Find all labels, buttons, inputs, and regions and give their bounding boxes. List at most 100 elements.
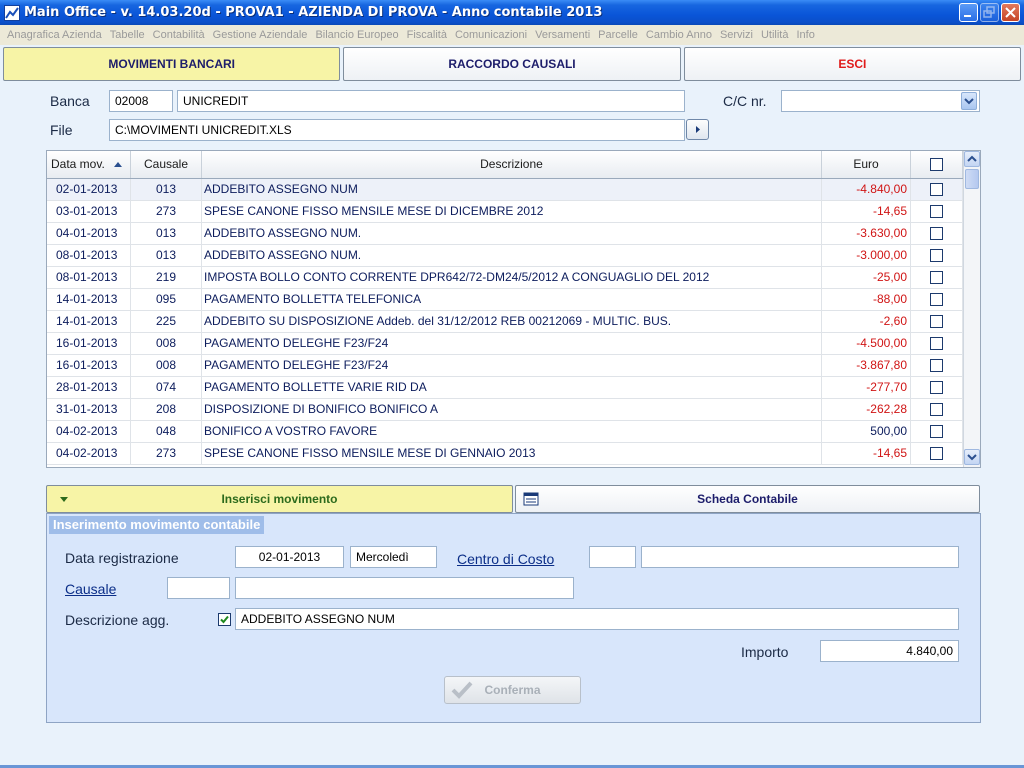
menu-item[interactable]: Cambio Anno bbox=[643, 29, 717, 41]
row-checkbox[interactable] bbox=[930, 447, 943, 460]
cell-descrizione: PAGAMENTO BOLLETTE VARIE RID DA bbox=[202, 377, 822, 398]
menu-item[interactable]: Parcelle bbox=[595, 29, 643, 41]
chevron-down-icon[interactable] bbox=[961, 92, 977, 110]
scroll-down-button[interactable] bbox=[964, 449, 980, 465]
banca-name-field[interactable]: UNICREDIT bbox=[177, 90, 685, 112]
centro-costo-code-field[interactable] bbox=[589, 546, 636, 568]
confirm-button[interactable]: Conferma bbox=[444, 676, 581, 704]
tab-scheda-label: Scheda Contabile bbox=[697, 492, 798, 506]
menu-item[interactable]: Versamenti bbox=[532, 29, 595, 41]
ledger-icon bbox=[523, 492, 539, 506]
table-row[interactable]: 31-01-2013 208 DISPOSIZIONE DI BONIFICO BO… bbox=[47, 399, 963, 421]
header-descrizione[interactable]: Descrizione bbox=[202, 151, 822, 178]
cell-euro: -3.867,80 bbox=[822, 355, 911, 376]
confirm-label: Conferma bbox=[484, 683, 541, 697]
causale-code-field[interactable] bbox=[167, 577, 230, 599]
table-row[interactable]: 04-02-2013 273 SPESE CANONE FISSO MENSILE … bbox=[47, 443, 963, 465]
table-row[interactable]: 16-01-2013 008 PAGAMENTO DELEGHE F23/F24 -4… bbox=[47, 333, 963, 355]
menu-item[interactable]: Contabilità bbox=[150, 29, 210, 41]
table-row[interactable]: 16-01-2013 008 PAGAMENTO DELEGHE F23/F24 -3… bbox=[47, 355, 963, 377]
cell-data: 16-01-2013 bbox=[47, 355, 131, 376]
table-row[interactable]: 03-01-2013 273 SPESE CANONE FISSO MENSILE … bbox=[47, 201, 963, 223]
causale-link[interactable]: Causale bbox=[65, 581, 116, 597]
menu-item[interactable]: Bilancio Europeo bbox=[312, 29, 403, 41]
cell-data: 16-01-2013 bbox=[47, 333, 131, 354]
play-arrow-icon bbox=[696, 126, 700, 133]
row-checkbox[interactable] bbox=[930, 249, 943, 262]
table-row[interactable]: 04-02-2013 048 BONIFICO A VOSTRO FAVORE 500… bbox=[47, 421, 963, 443]
centro-costo-link[interactable]: Centro di Costo bbox=[457, 551, 554, 567]
cc-select[interactable] bbox=[781, 90, 980, 112]
menu-item[interactable]: Gestione Aziendale bbox=[210, 29, 313, 41]
cell-data: 31-01-2013 bbox=[47, 399, 131, 420]
causale-desc-field bbox=[235, 577, 574, 599]
menu-item[interactable]: Fiscalità bbox=[404, 29, 452, 41]
table-row[interactable]: 14-01-2013 095 PAGAMENTO BOLLETTA TELEFONI… bbox=[47, 289, 963, 311]
banca-code-field[interactable]: 02008 bbox=[109, 90, 173, 112]
table-row[interactable]: 04-01-2013 013 ADDEBITO ASSEGNO NUM. -3.630… bbox=[47, 223, 963, 245]
cell-euro: -277,70 bbox=[822, 377, 911, 398]
restore-button[interactable] bbox=[980, 3, 999, 22]
minimize-button[interactable] bbox=[959, 3, 978, 22]
header-causale[interactable]: Causale bbox=[131, 151, 202, 178]
cell-causale: 273 bbox=[131, 443, 202, 464]
scroll-thumb[interactable] bbox=[965, 169, 979, 189]
table-row[interactable]: 02-01-2013 013 ADDEBITO ASSEGNO NUM -4.840,… bbox=[47, 179, 963, 201]
table-row[interactable]: 14-01-2013 225 ADDEBITO SU DISPOSIZIONE Ad… bbox=[47, 311, 963, 333]
cell-data: 14-01-2013 bbox=[47, 289, 131, 310]
cell-select bbox=[911, 223, 963, 244]
menu-item[interactable]: Comunicazioni bbox=[452, 29, 532, 41]
data-registrazione-field[interactable]: 02-01-2013 bbox=[235, 546, 344, 568]
header-data-mov[interactable]: Data mov. bbox=[47, 151, 131, 178]
file-browse-button[interactable] bbox=[686, 119, 709, 140]
cell-causale: 008 bbox=[131, 333, 202, 354]
table-row[interactable]: 08-01-2013 219 IMPOSTA BOLLO CONTO CORRENT… bbox=[47, 267, 963, 289]
cell-causale: 208 bbox=[131, 399, 202, 420]
cell-euro: -14,65 bbox=[822, 201, 911, 222]
cell-descrizione: ADDEBITO ASSEGNO NUM. bbox=[202, 245, 822, 266]
cell-causale: 013 bbox=[131, 223, 202, 244]
row-checkbox[interactable] bbox=[930, 315, 943, 328]
tab-movimenti-bancari[interactable]: MOVIMENTI BANCARI bbox=[3, 47, 341, 81]
row-checkbox[interactable] bbox=[930, 271, 943, 284]
exit-button[interactable]: ESCI bbox=[683, 47, 1021, 81]
file-path-field[interactable]: C:\MOVIMENTI UNICREDIT.XLS bbox=[109, 119, 685, 141]
table-row[interactable]: 08-01-2013 013 ADDEBITO ASSEGNO NUM. -3.000… bbox=[47, 245, 963, 267]
descrizione-agg-checkbox[interactable] bbox=[218, 613, 231, 626]
row-checkbox[interactable] bbox=[930, 293, 943, 306]
grid-scrollbar[interactable] bbox=[963, 151, 980, 467]
menu-item[interactable]: Anagrafica Azienda bbox=[4, 29, 107, 41]
scroll-up-button[interactable] bbox=[964, 151, 980, 167]
menu-item[interactable]: Servizi bbox=[717, 29, 758, 41]
importo-field[interactable]: 4.840,00 bbox=[820, 640, 959, 662]
cell-causale: 095 bbox=[131, 289, 202, 310]
descrizione-agg-field[interactable]: ADDEBITO ASSEGNO NUM bbox=[235, 608, 959, 630]
cell-descrizione: ADDEBITO SU DISPOSIZIONE Addeb. del 31/1… bbox=[202, 311, 822, 332]
panel-title: Inserimento movimento contabile bbox=[49, 516, 265, 534]
tab-raccordo-causali[interactable]: RACCORDO CAUSALI bbox=[343, 47, 681, 81]
cell-causale: 219 bbox=[131, 267, 202, 288]
menu-item[interactable]: Utilità bbox=[758, 29, 794, 41]
close-button[interactable] bbox=[1001, 3, 1020, 22]
menu-item[interactable]: Tabelle bbox=[107, 29, 150, 41]
header-euro[interactable]: Euro bbox=[822, 151, 911, 178]
menu-item[interactable]: Info bbox=[793, 29, 819, 41]
row-checkbox[interactable] bbox=[930, 381, 943, 394]
title-bar: Main Office - v. 14.03.20d - PROVA1 - AZ… bbox=[0, 0, 1024, 25]
select-all-checkbox[interactable] bbox=[930, 158, 943, 171]
row-checkbox[interactable] bbox=[930, 359, 943, 372]
row-checkbox[interactable] bbox=[930, 425, 943, 438]
row-checkbox[interactable] bbox=[930, 183, 943, 196]
row-checkbox[interactable] bbox=[930, 227, 943, 240]
row-checkbox[interactable] bbox=[930, 403, 943, 416]
row-checkbox[interactable] bbox=[930, 337, 943, 350]
cell-select bbox=[911, 355, 963, 376]
table-row[interactable]: 28-01-2013 074 PAGAMENTO BOLLETTE VARIE RI… bbox=[47, 377, 963, 399]
tab-inserisci-movimento[interactable]: Inserisci movimento bbox=[46, 485, 513, 513]
menu-bar: Anagrafica Azienda Tabelle Contabilità Gest… bbox=[0, 25, 1024, 45]
header-data-mov-label: Data mov. bbox=[51, 157, 105, 171]
tab-scheda-contabile[interactable]: Scheda Contabile bbox=[515, 485, 980, 513]
giorno-field: Mercoledì bbox=[350, 546, 437, 568]
sort-asc-icon bbox=[114, 162, 123, 167]
row-checkbox[interactable] bbox=[930, 205, 943, 218]
